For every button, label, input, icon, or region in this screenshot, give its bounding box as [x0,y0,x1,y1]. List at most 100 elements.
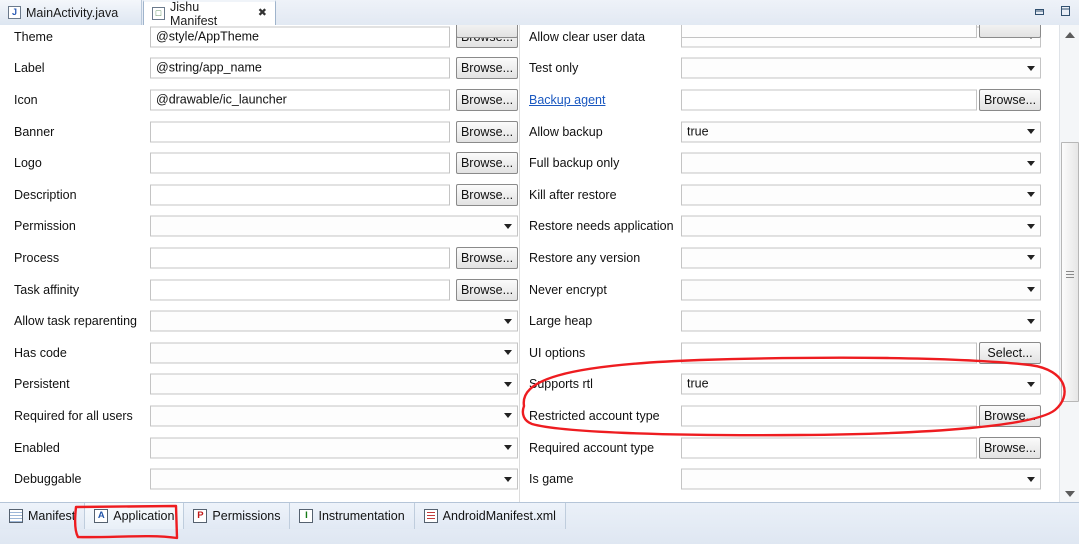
chevron-down-icon[interactable] [504,476,512,482]
attribute-combobox[interactable] [681,468,1041,490]
browse-button[interactable]: Browse... [979,88,1041,111]
chevron-down-icon[interactable] [1027,476,1035,482]
attribute-textfield[interactable] [150,184,450,206]
browse-button[interactable]: Browse... [456,88,518,111]
chevron-down-icon[interactable] [504,381,512,387]
attribute-row: Allow task reparenting [0,305,519,337]
attribute-row: Allow backup true [520,116,1060,148]
attribute-combobox[interactable]: true [681,373,1041,395]
attribute-textfield[interactable] [681,437,977,459]
browse-button[interactable]: Browse... [456,57,518,80]
attribute-combobox[interactable] [681,184,1041,206]
application-page-icon: A [94,509,109,523]
chevron-down-icon[interactable] [504,223,512,229]
vertical-scrollbar[interactable] [1059,25,1079,503]
page-tab-label: Instrumentation [318,509,405,523]
browse-button[interactable]: Browse... [456,246,518,269]
browse-button[interactable]: Browse... [979,404,1041,427]
attribute-label: Icon [14,92,38,107]
attribute-label: Supports rtl [529,377,593,392]
chevron-down-icon[interactable] [1027,287,1035,293]
attribute-combobox[interactable] [681,215,1041,237]
attribute-combobox[interactable] [150,310,518,332]
attribute-combobox[interactable] [150,468,518,490]
attribute-combobox[interactable] [150,342,518,364]
attribute-label: Is game [529,472,574,487]
attribute-row: UI options Select... [520,337,1060,369]
attribute-combobox[interactable] [681,247,1041,269]
page-tab-instrumentation[interactable]: I Instrumentation [290,503,415,529]
attribute-textfield[interactable] [681,342,977,364]
chevron-down-icon[interactable] [1027,223,1035,229]
attribute-row: Process Browse... [0,242,519,274]
android-manifest-icon: □ [152,7,165,20]
attribute-textfield[interactable] [681,89,977,111]
page-tab-manifest[interactable]: Manifest [0,503,86,529]
attribute-textfield[interactable]: @string/app_name [150,57,450,79]
browse-button[interactable]: Browse... [456,278,518,301]
editor-tab-mainactivity[interactable]: J MainActivity.java [0,0,142,25]
attribute-row: Persistent [0,369,519,401]
chevron-down-icon[interactable] [1027,192,1035,198]
attribute-combobox[interactable]: true [681,121,1041,143]
attribute-combobox[interactable] [681,152,1041,174]
attribute-row: Is game [520,463,1060,495]
attribute-combobox[interactable] [150,215,518,237]
close-icon[interactable]: ✖ [258,8,267,19]
chevron-down-icon[interactable] [1027,129,1035,135]
attribute-row: Permission [0,211,519,243]
attribute-combobox[interactable] [150,373,518,395]
editor-tab-jishu-manifest[interactable]: □ Jishu Manifest ✖ [143,0,276,28]
attribute-textfield[interactable] [150,121,450,143]
attribute-combobox[interactable] [150,437,518,459]
browse-button[interactable]: Browse... [979,436,1041,459]
attribute-label: Enabled [14,440,60,455]
chevron-down-icon[interactable] [504,413,512,419]
attribute-row: Kill after restore [520,179,1060,211]
chevron-down-icon[interactable] [504,318,512,324]
chevron-down-icon[interactable] [1027,255,1035,261]
editor-tab-bar: J MainActivity.java □ Jishu Manifest ✖ [0,0,1079,28]
browse-button[interactable]: Browse... [456,120,518,143]
attribute-label: Label [14,61,45,76]
page-tab-permissions[interactable]: P Permissions [184,503,291,529]
attribute-textfield[interactable] [150,247,450,269]
chevron-down-icon[interactable] [1027,381,1035,387]
attribute-textfield[interactable] [681,405,977,427]
attribute-label: Persistent [14,377,70,392]
window-controls [1029,2,1075,20]
chevron-down-icon[interactable] [504,350,512,356]
chevron-down-icon[interactable] [1027,65,1035,71]
browse-button[interactable]: Browse... [456,183,518,206]
attribute-textfield[interactable] [150,279,450,301]
chevron-down-icon[interactable] [1027,318,1035,324]
scroll-down-arrow[interactable] [1060,484,1079,503]
scroll-up-arrow[interactable] [1060,25,1079,44]
clipped-row-above [0,25,519,38]
page-tab-androidmanifest-xml[interactable]: AndroidManifest.xml [414,503,566,529]
chevron-down-icon[interactable] [504,445,512,451]
clipped-row-above [520,25,1060,38]
scroll-thumb[interactable] [1061,142,1079,402]
page-tab-label: Permissions [212,509,281,523]
attribute-combobox[interactable] [681,310,1041,332]
attribute-label: Restore any version [529,250,641,265]
attribute-combobox[interactable] [150,405,518,427]
minimize-icon[interactable] [1029,2,1049,20]
page-tab-application[interactable]: A Application [85,503,185,529]
browse-button[interactable]: Browse... [456,152,518,175]
attribute-combobox[interactable] [681,279,1041,301]
page-tab-label: AndroidManifest.xml [442,509,556,523]
chevron-down-icon[interactable] [1027,160,1035,166]
maximize-icon[interactable] [1055,2,1075,20]
attribute-textfield[interactable]: @drawable/ic_launcher [150,89,450,111]
attribute-row: Label @string/app_name Browse... [0,53,519,85]
attribute-label: Logo [14,156,42,171]
attribute-label: Allow task reparenting [14,314,137,329]
attribute-link-label[interactable]: Backup agent [529,93,605,107]
attribute-row: Restore any version [520,242,1060,274]
attribute-combobox[interactable] [681,57,1041,79]
attribute-label: Process [14,250,60,265]
select-button[interactable]: Select... [979,341,1041,364]
attribute-textfield[interactable] [150,152,450,174]
